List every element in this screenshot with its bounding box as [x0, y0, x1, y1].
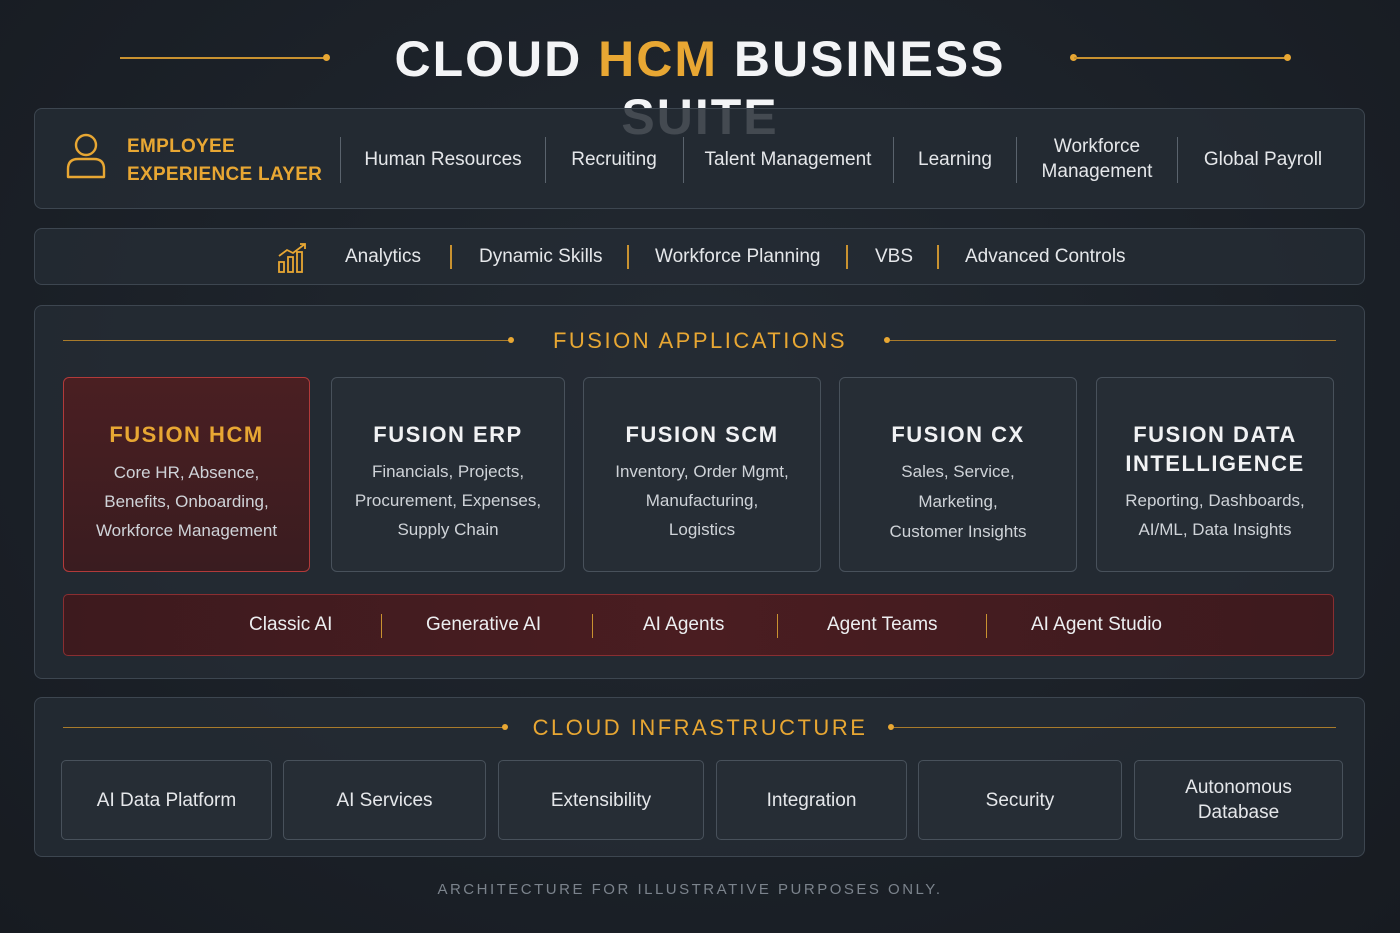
employee-experience-layer: EMPLOYEE EXPERIENCE LAYER Human Resource…: [34, 108, 1365, 209]
infra-ai-services[interactable]: AI Services: [283, 760, 486, 840]
card-desc-line: Marketing,: [918, 492, 998, 511]
fusion-applications-section: FUSION APPLICATIONS FUSION HCM Core HR, …: [34, 305, 1365, 679]
divider: [381, 614, 382, 638]
employee-layer-label-line1: EMPLOYEE: [127, 136, 235, 157]
infra-autonomous-database[interactable]: Autonomous Database: [1134, 760, 1343, 840]
cloud-infrastructure-heading: CLOUD INFRASTRUCTURE: [532, 715, 868, 740]
module-workforce-management[interactable]: Workforce Management: [1017, 109, 1177, 209]
bar-chart-trend-icon: [278, 243, 306, 273]
person-icon: [66, 133, 106, 179]
module-workforce-management-line2: Management: [1041, 161, 1153, 182]
ai-item-generative-ai[interactable]: Generative AI: [426, 595, 541, 655]
module-workforce-management-line1: Workforce: [1053, 136, 1141, 157]
card-title: FUSION HCM: [109, 422, 264, 447]
section-rule-right: [890, 340, 1336, 341]
module-talent-management[interactable]: Talent Management: [684, 109, 892, 209]
title-part-1: CLOUD: [394, 31, 599, 87]
card-title: FUSION SCM: [625, 422, 779, 447]
ai-item-ai-agent-studio[interactable]: AI Agent Studio: [1031, 595, 1162, 655]
analytics-item-vbs[interactable]: VBS: [875, 229, 913, 285]
module-learning[interactable]: Learning: [894, 109, 1016, 209]
card-desc-line: Sales, Service,: [901, 462, 1015, 481]
card-fusion-data-intelligence[interactable]: FUSION DATA INTELLIGENCE Reporting, Dash…: [1096, 377, 1334, 572]
infra-security[interactable]: Security: [918, 760, 1122, 840]
card-description: Reporting, Dashboards, AI/ML, Data Insig…: [1097, 486, 1333, 544]
title-rule-end-dot: [1284, 54, 1291, 61]
ai-capabilities-bar: Classic AI Generative AI AI Agents Agent…: [63, 594, 1334, 656]
ai-item-agent-teams[interactable]: Agent Teams: [827, 595, 938, 655]
footnote: ARCHITECTURE FOR ILLUSTRATIVE PURPOSES O…: [437, 881, 943, 898]
module-recruiting[interactable]: Recruiting: [546, 109, 682, 209]
divider: [592, 614, 593, 638]
card-desc-line: Inventory, Order Mgmt,: [615, 462, 789, 481]
divider: [937, 245, 939, 269]
card-title: FUSION ERP: [373, 422, 523, 447]
card-title-line: FUSION DATA: [1133, 422, 1297, 447]
title-bar: CLOUD HCM BUSINESS SUITE: [0, 28, 1400, 145]
card-desc-line: Manufacturing,: [645, 491, 759, 510]
card-desc-line: AI/ML, Data Insights: [1138, 520, 1292, 539]
section-rule-left: [63, 727, 505, 728]
module-global-payroll[interactable]: Global Payroll: [1178, 109, 1348, 209]
card-desc-line: Workforce Management: [95, 521, 278, 540]
section-rule-right: [894, 727, 1336, 728]
analytics-item-workforce-planning[interactable]: Workforce Planning: [655, 229, 820, 285]
infra-extensibility[interactable]: Extensibility: [498, 760, 704, 840]
card-description: Core HR, Absence, Benefits, Onboarding, …: [64, 458, 309, 545]
card-desc-line: Supply Chain: [397, 520, 499, 539]
card-title: FUSION DATA INTELLIGENCE: [1097, 420, 1333, 478]
analytics-item-advanced-controls[interactable]: Advanced Controls: [965, 229, 1126, 285]
section-rule-dot: [502, 724, 508, 730]
infra-autonomous-database-line1: Autonomous: [1185, 777, 1292, 798]
card-title: FUSION CX: [891, 422, 1025, 447]
card-desc-line: Procurement, Expenses,: [354, 491, 542, 510]
infra-ai-data-platform[interactable]: AI Data Platform: [61, 760, 272, 840]
card-fusion-hcm[interactable]: FUSION HCM Core HR, Absence, Benefits, O…: [63, 377, 310, 572]
divider: [450, 245, 452, 269]
title-rule-right: [1074, 57, 1288, 59]
card-title-line: INTELLIGENCE: [1125, 451, 1305, 476]
ai-item-classic-ai[interactable]: Classic AI: [249, 595, 332, 655]
card-desc-line: Logistics: [668, 520, 736, 539]
title-rule-dot-left: [323, 54, 330, 61]
cloud-infrastructure-section: CLOUD INFRASTRUCTURE AI Data Platform AI…: [34, 697, 1365, 857]
employee-layer-label: EMPLOYEE EXPERIENCE LAYER: [127, 133, 322, 189]
infra-autonomous-database-line2: Database: [1197, 802, 1280, 823]
card-desc-line: Benefits, Onboarding,: [104, 492, 269, 511]
card-fusion-scm[interactable]: FUSION SCM Inventory, Order Mgmt, Manufa…: [583, 377, 821, 572]
title-highlight: HCM: [598, 31, 718, 87]
card-fusion-erp[interactable]: FUSION ERP Financials, Projects, Procure…: [331, 377, 565, 572]
title-rule-left: [120, 57, 326, 59]
divider: [777, 614, 778, 638]
section-rule-dot: [508, 337, 514, 343]
fusion-applications-heading: FUSION APPLICATIONS: [552, 328, 848, 353]
card-description: Inventory, Order Mgmt, Manufacturing, Lo…: [584, 457, 820, 544]
analytics-item-dynamic-skills[interactable]: Dynamic Skills: [479, 229, 603, 285]
card-fusion-cx[interactable]: FUSION CX Sales, Service, Marketing, Cus…: [839, 377, 1077, 572]
section-rule-left: [63, 340, 511, 341]
divider: [986, 614, 987, 638]
divider: [846, 245, 848, 269]
divider: [627, 245, 629, 269]
analytics-item-analytics[interactable]: Analytics: [345, 229, 421, 285]
card-desc-line: Customer Insights: [889, 522, 1027, 541]
analytics-bar: Analytics Dynamic Skills Workforce Plann…: [34, 228, 1365, 285]
card-desc-line: Reporting, Dashboards,: [1125, 491, 1305, 510]
card-description: Sales, Service, Marketing, Customer Insi…: [840, 457, 1076, 546]
card-description: Financials, Projects, Procurement, Expen…: [332, 457, 564, 544]
employee-layer-label-line2: EXPERIENCE LAYER: [127, 164, 323, 185]
ai-item-ai-agents[interactable]: AI Agents: [643, 595, 724, 655]
module-human-resources[interactable]: Human Resources: [341, 109, 545, 209]
card-desc-line: Core HR, Absence,: [113, 463, 260, 482]
card-desc-line: Financials, Projects,: [371, 462, 525, 481]
infra-integration[interactable]: Integration: [716, 760, 907, 840]
